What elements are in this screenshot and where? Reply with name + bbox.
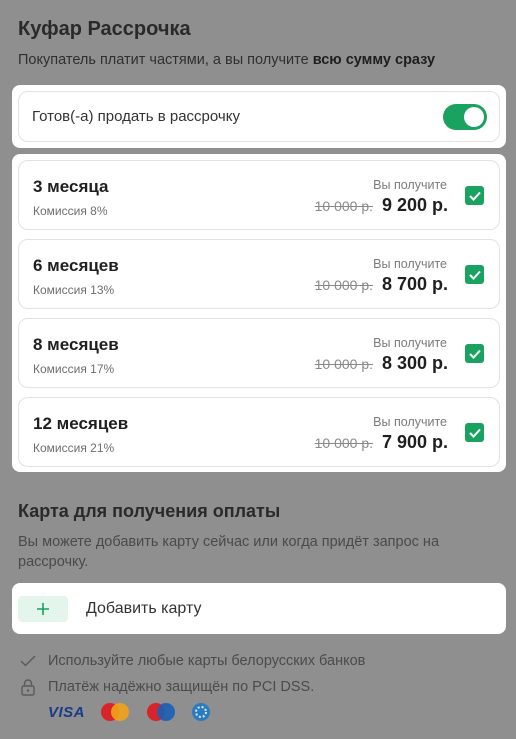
plan-3-months[interactable]: 3 месяца Комиссия 8% Вы получите 10 000 …	[18, 160, 500, 230]
checkmark-icon	[468, 349, 481, 359]
plan-checkbox[interactable]	[465, 186, 484, 205]
plan-checkbox[interactable]	[465, 344, 484, 363]
plan-fee: Комиссия 17%	[33, 362, 115, 376]
plan-receive-label: Вы получите	[373, 178, 447, 192]
plan-old-price: 10 000 р.	[314, 277, 373, 293]
plan-new-price: 8 700 р.	[381, 274, 448, 294]
card-section-title: Карта для получения оплаты	[18, 501, 281, 521]
plus-icon-box	[18, 595, 68, 622]
add-card-button[interactable]: Добавить карту	[12, 583, 506, 634]
plan-old-price: 10 000 р.	[314, 198, 373, 214]
visa-logo: VISA	[48, 703, 86, 721]
plan-receive-label: Вы получите	[373, 415, 447, 429]
checkmark-icon	[468, 428, 481, 438]
checkmark-icon	[468, 191, 481, 201]
installment-toggle-label: Готов(-а) продать в рассрочку	[32, 108, 240, 125]
plan-old-price: 10 000 р.	[314, 356, 373, 372]
plan-fee: Комиссия 13%	[33, 283, 115, 297]
add-card-label: Добавить карту	[86, 599, 202, 617]
plan-6-months[interactable]: 6 месяцев Комиссия 13% Вы получите 10 00…	[18, 239, 500, 309]
plan-receive-label: Вы получите	[373, 257, 447, 271]
plan-fee: Комиссия 21%	[33, 441, 115, 455]
check-icon	[18, 651, 38, 671]
mastercard-icon	[101, 703, 130, 721]
plan-checkbox[interactable]	[465, 423, 484, 442]
plan-name: 12 месяцев	[33, 414, 129, 433]
card-section-description: Вы можете добавить карту сейчас или когд…	[18, 534, 440, 570]
plans-list: 3 месяца Комиссия 8% Вы получите 10 000 …	[12, 154, 506, 472]
plan-name: 3 месяца	[33, 177, 109, 196]
payment-logos: VISA	[48, 702, 211, 722]
installment-toggle-switch[interactable]	[443, 103, 487, 130]
plan-fee: Комиссия 8%	[33, 204, 108, 218]
plan-new-price: 8 300 р.	[381, 353, 448, 373]
plan-new-price: 7 900 р.	[381, 432, 448, 452]
page-title: Куфар Рассрочка	[18, 18, 191, 40]
plan-checkbox[interactable]	[465, 265, 484, 284]
subtitle-bold: всю сумму сразу	[312, 52, 436, 68]
info-security-text: Платёж надёжно защищён по PCI DSS.	[48, 679, 315, 695]
switch-knob	[464, 106, 484, 127]
page-subtitle: Покупатель платит частями, а вы получите…	[18, 52, 435, 68]
plan-8-months[interactable]: 8 месяцев Комиссия 17% Вы получите 10 00…	[18, 318, 500, 388]
plan-receive-label: Вы получите	[373, 336, 447, 350]
checkmark-icon	[468, 270, 481, 280]
plan-12-months[interactable]: 12 месяцев Комиссия 21% Вы получите 10 0…	[18, 397, 500, 467]
plan-new-price: 9 200 р.	[381, 195, 448, 215]
info-banks-row: Используйте любые карты белорусских банк…	[18, 651, 365, 671]
plan-old-price: 10 000 р.	[314, 435, 373, 451]
plan-name: 8 месяцев	[33, 335, 119, 354]
lock-icon	[18, 677, 38, 697]
plus-icon	[37, 602, 49, 615]
info-banks-text: Используйте любые карты белорусских банк…	[48, 653, 366, 669]
installment-toggle-row[interactable]: Готов(-а) продать в рассрочку	[18, 91, 500, 142]
subtitle-text: Покупатель платит частями, а вы получите	[18, 52, 313, 68]
plan-name: 6 месяцев	[33, 256, 119, 275]
maestro-icon	[147, 703, 176, 721]
installment-toggle-panel: Готов(-а) продать в рассрочку	[12, 85, 506, 148]
info-security-row: Платёж надёжно защищён по PCI DSS.	[18, 677, 314, 697]
belcard-icon	[192, 703, 211, 721]
